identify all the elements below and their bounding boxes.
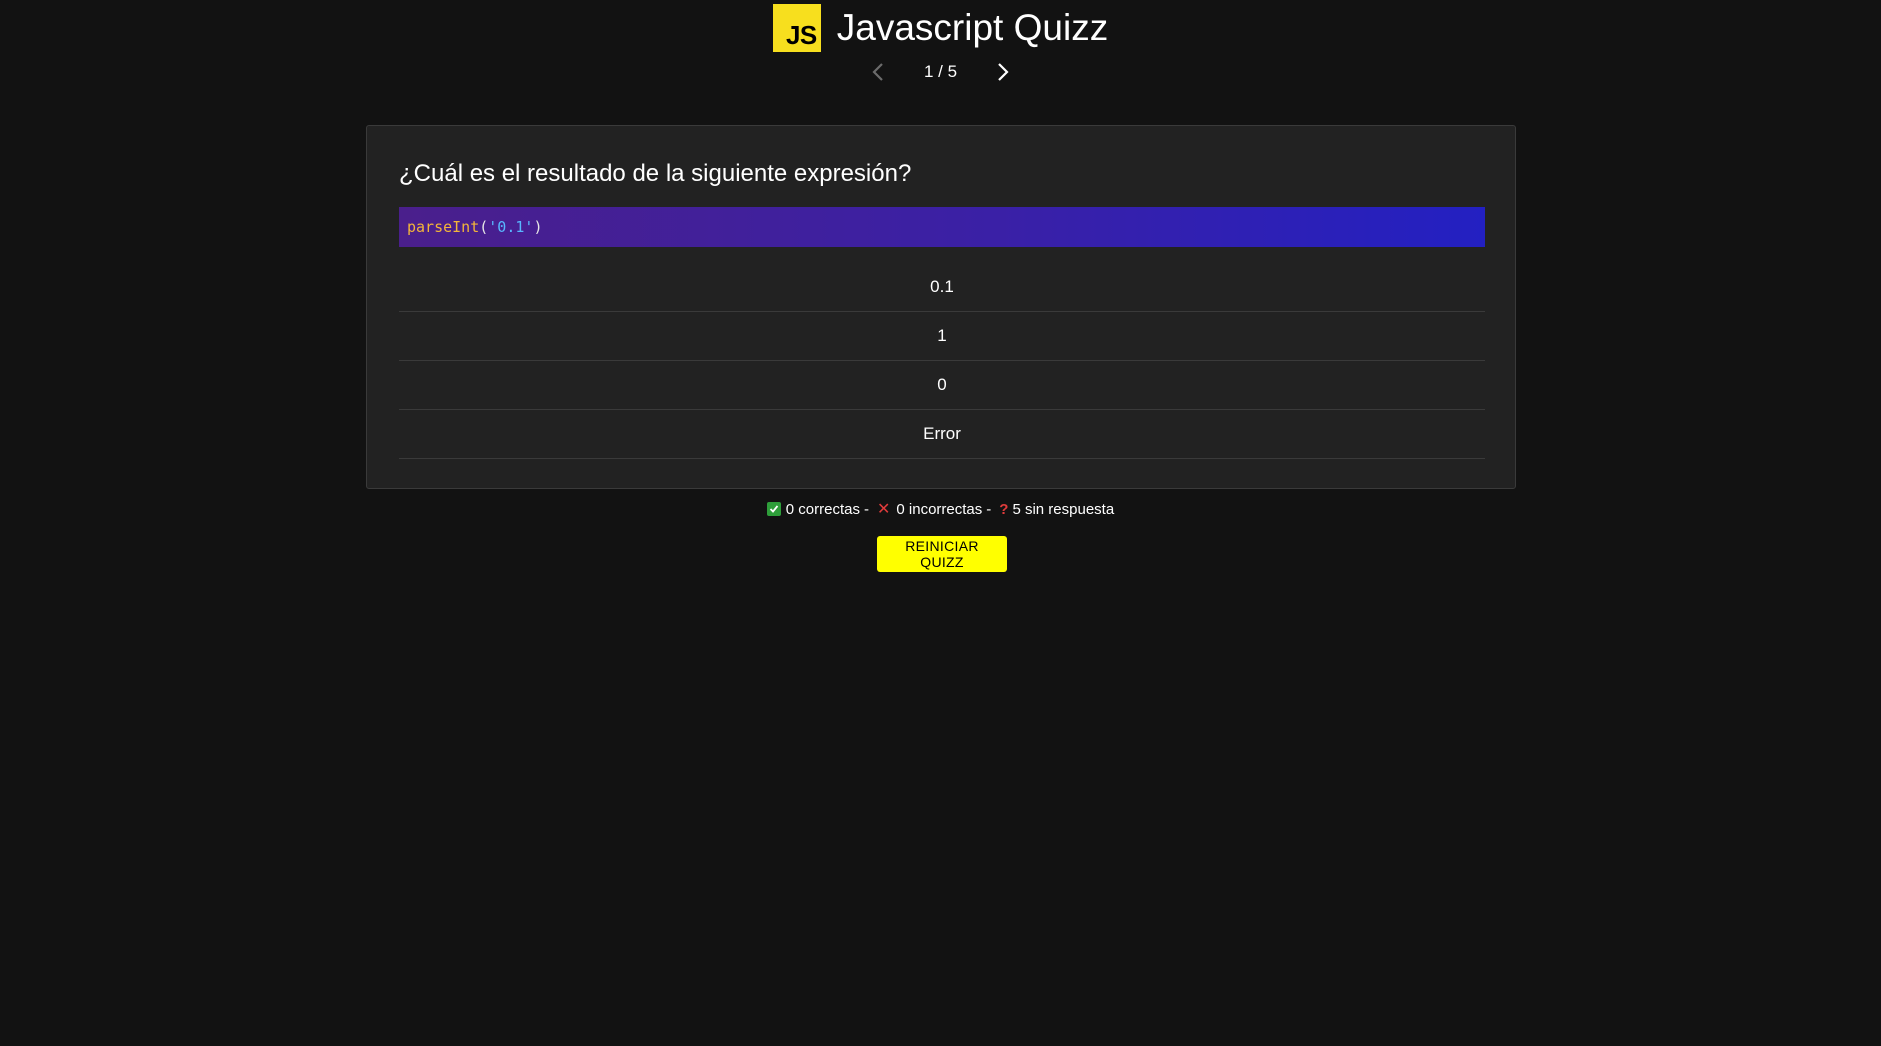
- answer-option[interactable]: 0.1: [399, 263, 1485, 312]
- code-open-paren: (: [479, 218, 489, 236]
- question-text: ¿Cuál es el resultado de la siguiente ex…: [399, 160, 912, 187]
- code-argument: '0.1': [488, 218, 534, 236]
- correct-count: 0 correctas: [785, 500, 860, 518]
- chevron-right-icon: [998, 63, 1009, 81]
- question-counter: 1 / 5: [923, 62, 958, 81]
- stats-separator: -: [864, 500, 869, 518]
- question-icon: ?: [999, 500, 1009, 518]
- answer-option[interactable]: Error: [399, 410, 1485, 459]
- app-header: JS Javascript Quizz: [0, 4, 1881, 52]
- code-block: parseInt('0.1'): [399, 207, 1485, 247]
- app-title: Javascript Quizz: [836, 7, 1109, 48]
- x-icon: ✕: [877, 501, 891, 518]
- answer-option[interactable]: 1: [399, 312, 1485, 361]
- incorrect-count: 0 incorrectas: [896, 500, 983, 518]
- stats-separator: -: [986, 500, 992, 518]
- code-close-paren: ): [533, 218, 543, 236]
- answer-options: 0.1 1 0 Error: [399, 263, 1485, 459]
- chevron-left-icon: [872, 63, 883, 81]
- check-icon: [766, 502, 781, 516]
- score-summary: 0 correctas - ✕ 0 incorrectas - ? 5 sin …: [0, 499, 1881, 519]
- question-pager: 1 / 5: [0, 58, 1881, 86]
- logo-text: JS: [785, 20, 817, 50]
- next-question-button[interactable]: [983, 58, 1023, 86]
- answer-option[interactable]: 0: [399, 361, 1485, 410]
- js-logo: JS: [772, 4, 821, 52]
- question-card: ¿Cuál es el resultado de la siguiente ex…: [366, 125, 1516, 489]
- unanswered-count: 5 sin respuesta: [1012, 500, 1115, 518]
- restart-quiz-button[interactable]: REINICIAR QUIZZ: [877, 536, 1007, 572]
- code-function: parseInt: [407, 218, 480, 236]
- prev-question-button[interactable]: [858, 58, 898, 86]
